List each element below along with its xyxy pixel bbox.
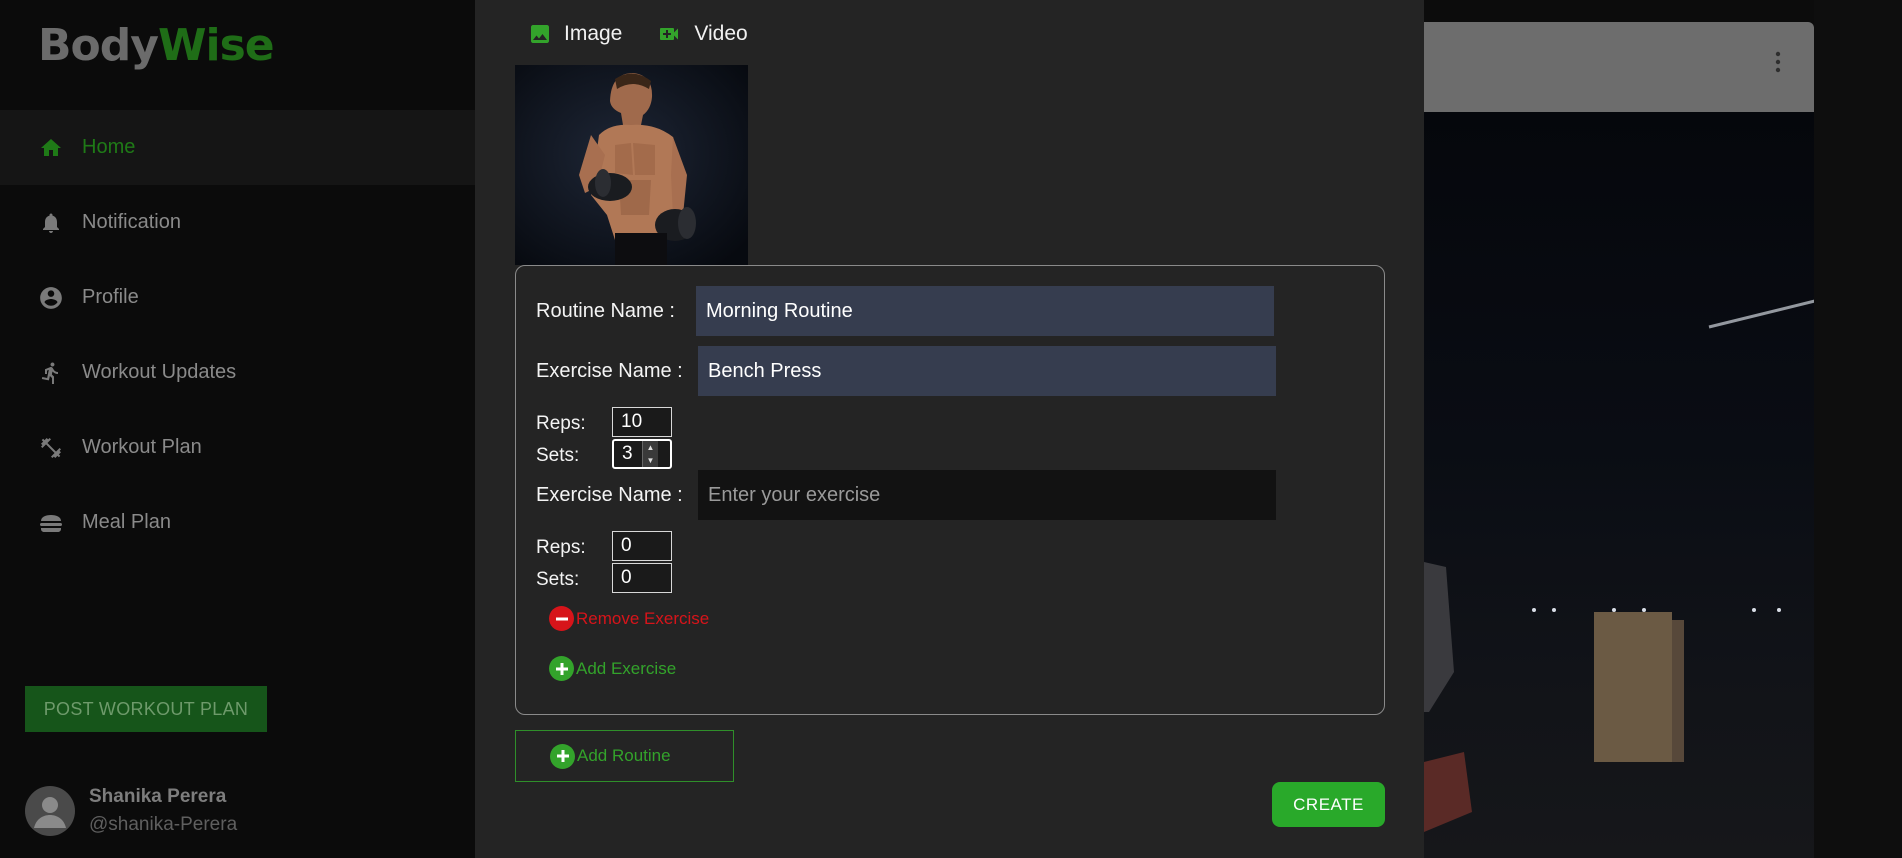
sidebar-item-home[interactable]: Home	[0, 110, 475, 185]
sets-label: Sets:	[536, 445, 580, 466]
routine-name-label: Routine Name :	[536, 300, 675, 322]
avatar	[25, 786, 75, 836]
post-workout-plan-button[interactable]: POST WORKOUT PLAN	[25, 686, 267, 732]
sidebar-item-label: Home	[82, 136, 136, 158]
exercise-name-label: Exercise Name :	[536, 360, 683, 382]
sidebar-item-label: Profile	[82, 286, 139, 308]
sidebar-nav: Home Notification Profile Workout Update…	[0, 110, 475, 560]
exercise-name-label: Exercise Name :	[536, 484, 683, 506]
add-image-button[interactable]: Image	[528, 22, 622, 46]
running-icon	[38, 360, 64, 386]
image-preview	[515, 65, 748, 265]
add-circle-icon	[549, 656, 574, 681]
post-card-image	[1424, 112, 1814, 858]
account-circle-icon	[38, 285, 64, 311]
app-logo[interactable]: BodyWise	[38, 20, 275, 71]
reps-input[interactable]	[612, 407, 672, 437]
media-toolbar: Image Video	[528, 22, 782, 46]
image-icon	[528, 22, 552, 46]
sidebar-item-meal-plan[interactable]: Meal Plan	[0, 485, 475, 560]
sidebar-item-notification[interactable]: Notification	[0, 185, 475, 260]
reps-input[interactable]	[612, 531, 672, 561]
sidebar-item-workout-updates[interactable]: Workout Updates	[0, 335, 475, 410]
bell-icon	[38, 210, 64, 236]
add-routine-button[interactable]: Add Routine	[515, 730, 734, 782]
post-card-header	[1424, 22, 1814, 112]
video-call-icon	[656, 22, 682, 46]
more-vert-icon[interactable]	[1772, 50, 1784, 74]
remove-circle-icon	[549, 606, 574, 631]
sets-stepper[interactable]: ▲ ▼	[642, 441, 658, 467]
burger-icon	[38, 510, 64, 536]
user-name: Shanika Perera	[89, 786, 227, 807]
exercise-name-input[interactable]	[698, 346, 1276, 396]
sidebar-item-profile[interactable]: Profile	[0, 260, 475, 335]
user-handle: @shanika-Perera	[89, 814, 238, 835]
remove-exercise-button[interactable]: Remove Exercise	[549, 606, 709, 631]
routine-form: Routine Name : Exercise Name : Reps: Set…	[515, 265, 1385, 715]
routine-name-input[interactable]	[696, 286, 1274, 336]
exercise-name-input[interactable]	[698, 470, 1276, 520]
sidebar-item-workout-plan[interactable]: Workout Plan	[0, 410, 475, 485]
create-button[interactable]: CREATE	[1272, 782, 1385, 827]
sidebar: BodyWise Home Notification Profile Worko…	[0, 0, 475, 858]
reps-label: Reps:	[536, 413, 586, 434]
add-circle-icon	[550, 743, 575, 769]
page-margin	[1814, 0, 1902, 858]
create-routine-modal: Image Video Routine Name: Morning Routi…	[475, 0, 1424, 858]
sets-label: Sets:	[536, 569, 580, 590]
sidebar-item-label: Meal Plan	[82, 511, 171, 533]
home-icon	[38, 135, 64, 161]
add-video-button[interactable]: Video	[656, 22, 748, 46]
dumbbell-icon	[38, 435, 64, 461]
sets-input[interactable]	[612, 563, 672, 593]
sidebar-item-label: Workout Plan	[82, 436, 202, 458]
sidebar-item-label: Workout Updates	[82, 361, 237, 383]
add-exercise-button[interactable]: Add Exercise	[549, 656, 676, 681]
person-icon	[34, 797, 66, 828]
user-profile[interactable]: Shanika Perera @shanika-Perera	[25, 786, 237, 836]
sidebar-item-label: Notification	[82, 211, 181, 233]
reps-label: Reps:	[536, 537, 586, 558]
